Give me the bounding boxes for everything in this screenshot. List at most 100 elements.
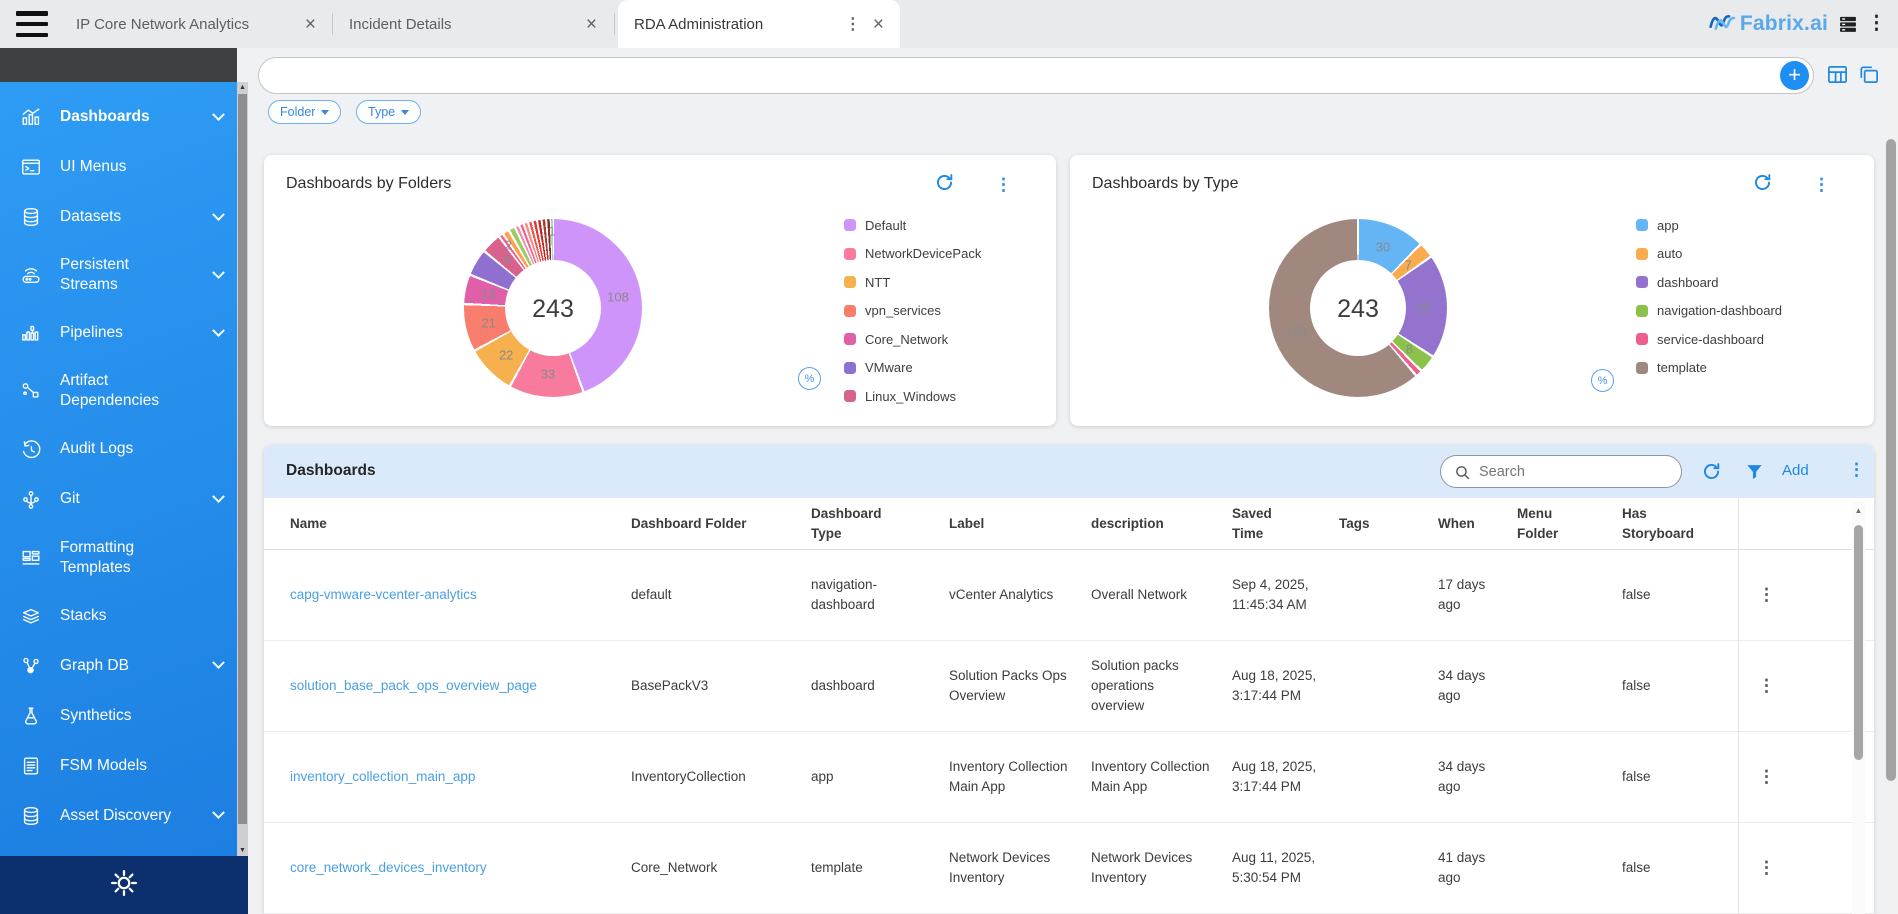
sidebar-item-pipelines[interactable]: Pipelines <box>0 308 237 358</box>
window-terminal-icon <box>20 156 42 178</box>
row-actions-kebab-icon[interactable]: ⋮ <box>1738 764 1795 790</box>
table-search-input[interactable] <box>1479 457 1669 486</box>
sidebar-item-stacks[interactable]: Stacks <box>0 591 237 641</box>
legend-item[interactable]: NetworkDevicePack <box>844 248 981 260</box>
topbar-menu-icon[interactable]: ⋮ <box>1867 12 1886 35</box>
column-header[interactable]: Menu Folder <box>1517 500 1622 547</box>
column-header[interactable]: Has Storyboard <box>1622 500 1738 547</box>
row-actions-kebab-icon[interactable]: ⋮ <box>1738 673 1795 699</box>
dashboard-name-link[interactable]: solution_base_pack_ops_overview_page <box>290 676 631 696</box>
legend-item[interactable]: service-dashboard <box>1636 333 1782 345</box>
table-scrollbar[interactable]: ▲ <box>1852 501 1865 914</box>
legend-item[interactable]: Linux_Windows <box>844 390 981 402</box>
windows-copy-icon[interactable] <box>1857 63 1880 91</box>
legend-item[interactable]: Core_Network <box>844 333 981 345</box>
legend-swatch <box>1636 333 1648 345</box>
tab-ip-core-network-analytics[interactable]: IP Core Network Analytics × <box>60 0 332 48</box>
sidebar-scrollbar-thumb[interactable] <box>238 94 247 824</box>
legend-label: template <box>1657 360 1707 375</box>
sidebar-item-label: FSM Models <box>60 756 147 776</box>
sidebar-item-datasets[interactable]: Datasets <box>0 192 237 242</box>
legend-item[interactable]: Default <box>844 219 981 231</box>
slice-value-label: 9 <box>504 253 511 268</box>
sidebar-item-fsm-models[interactable]: FSM Models <box>0 741 237 791</box>
top-tab-bar: IP Core Network Analytics × Incident Det… <box>0 0 1898 48</box>
sidebar-item-git[interactable]: Git <box>0 475 237 525</box>
tab-incident-details[interactable]: Incident Details × <box>333 0 613 48</box>
page-scrollbar-thumb[interactable] <box>1886 139 1896 781</box>
column-header[interactable]: Dashboard Folder <box>631 510 811 538</box>
folder-filter-chip[interactable]: Folder <box>268 100 341 124</box>
close-tab-icon[interactable]: × <box>305 15 316 34</box>
row-actions-kebab-icon[interactable]: ⋮ <box>1738 582 1795 608</box>
sidebar-item-formatting-templates[interactable]: Formatting Templates <box>0 525 237 591</box>
card-menu-icon[interactable]: ⋮ <box>1813 175 1830 195</box>
sidebar-item-audit-logs[interactable]: Audit Logs <box>0 425 237 475</box>
sidebar-item-synthetics[interactable]: Synthetics <box>0 691 237 741</box>
scroll-down-icon[interactable]: ▼ <box>237 847 248 854</box>
percent-toggle-button[interactable]: % <box>1591 369 1614 392</box>
sidebar-item-persistent-streams[interactable]: Persistent Streams <box>0 242 237 308</box>
page-scrollbar[interactable] <box>1884 48 1898 914</box>
server-icon[interactable] <box>1838 14 1858 39</box>
legend-item[interactable]: VMware <box>844 362 981 374</box>
slice-value-label: 33 <box>541 366 555 381</box>
column-header[interactable]: Saved Time <box>1232 500 1339 547</box>
legend-item[interactable]: auto <box>1636 248 1782 260</box>
dashboard-name-link[interactable]: inventory_collection_main_app <box>290 767 631 787</box>
type-filter-chip[interactable]: Type <box>356 100 421 124</box>
close-tab-icon[interactable]: × <box>873 15 884 34</box>
legend-swatch <box>844 219 856 231</box>
close-tab-icon[interactable]: × <box>586 15 597 34</box>
column-header[interactable]: Tags <box>1339 510 1438 538</box>
legend-item[interactable]: NTT <box>844 276 981 288</box>
sidebar-item-artifact-dependencies[interactable]: Artifact Dependencies <box>0 358 237 424</box>
dashboard-name-link[interactable]: core_network_devices_inventory <box>290 858 631 878</box>
column-header[interactable]: When <box>1438 510 1517 538</box>
sidebar-scrollbar[interactable]: ▲ ▼ <box>237 82 248 856</box>
add-plus-button[interactable]: + <box>1780 61 1809 90</box>
tab-menu-icon[interactable]: ⋮ <box>845 14 861 34</box>
slice-value-label: 149 <box>1285 323 1307 338</box>
legend-item[interactable]: vpn_services <box>844 305 981 317</box>
dashboard-name-link[interactable]: capg-vmware-vcenter-analytics <box>290 585 631 605</box>
table-header-row: NameDashboard FolderDashboard TypeLabeld… <box>264 498 1874 550</box>
tab-rda-administration[interactable]: RDA Administration ⋮ × <box>618 0 900 48</box>
refresh-icon[interactable] <box>1752 172 1773 198</box>
column-header[interactable]: Dashboard Type <box>811 500 949 547</box>
scroll-up-icon[interactable]: ▲ <box>237 84 248 91</box>
sidebar-item-graph-db[interactable]: Graph DB <box>0 641 237 691</box>
graph-nodes-icon <box>20 655 42 677</box>
table-cell: BasePackV3 <box>631 676 811 696</box>
sidebar-item-dashboards[interactable]: Dashboards <box>0 92 237 142</box>
sidebar-settings-button[interactable] <box>0 856 248 914</box>
sidebar: DashboardsUI MenusDatasetsPersistent Str… <box>0 48 237 914</box>
table-scrollbar-thumb[interactable] <box>1854 525 1863 760</box>
table-menu-icon[interactable]: ⋮ <box>1848 460 1865 480</box>
table-view-icon[interactable] <box>1826 63 1849 91</box>
legend-swatch <box>1636 219 1648 231</box>
main-search-input[interactable] <box>277 59 1757 92</box>
add-button[interactable]: Add <box>1782 462 1809 479</box>
refresh-icon[interactable] <box>934 172 955 198</box>
percent-toggle-button[interactable]: % <box>798 367 821 390</box>
chevron-down-icon <box>401 110 409 115</box>
card-menu-icon[interactable]: ⋮ <box>995 175 1012 195</box>
sidebar-item-asset-discovery[interactable]: Asset Discovery <box>0 791 237 841</box>
legend-swatch <box>844 305 856 317</box>
column-header[interactable]: Name <box>290 510 631 538</box>
filter-funnel-icon[interactable] <box>1745 462 1764 486</box>
hamburger-menu-icon[interactable] <box>16 11 48 37</box>
table-refresh-icon[interactable] <box>1701 461 1722 487</box>
scroll-up-icon[interactable]: ▲ <box>1852 501 1865 515</box>
legend-item[interactable]: app <box>1636 219 1782 231</box>
legend-item[interactable]: template <box>1636 362 1782 374</box>
legend-item[interactable]: dashboard <box>1636 276 1782 288</box>
sidebar-item-ui-menus[interactable]: UI Menus <box>0 142 237 192</box>
column-header[interactable]: Label <box>949 510 1091 538</box>
legend-swatch <box>844 390 856 402</box>
column-header[interactable]: description <box>1091 510 1232 538</box>
row-actions-kebab-icon[interactable]: ⋮ <box>1738 855 1795 881</box>
layout-grid-icon <box>20 547 42 569</box>
legend-item[interactable]: navigation-dashboard <box>1636 305 1782 317</box>
